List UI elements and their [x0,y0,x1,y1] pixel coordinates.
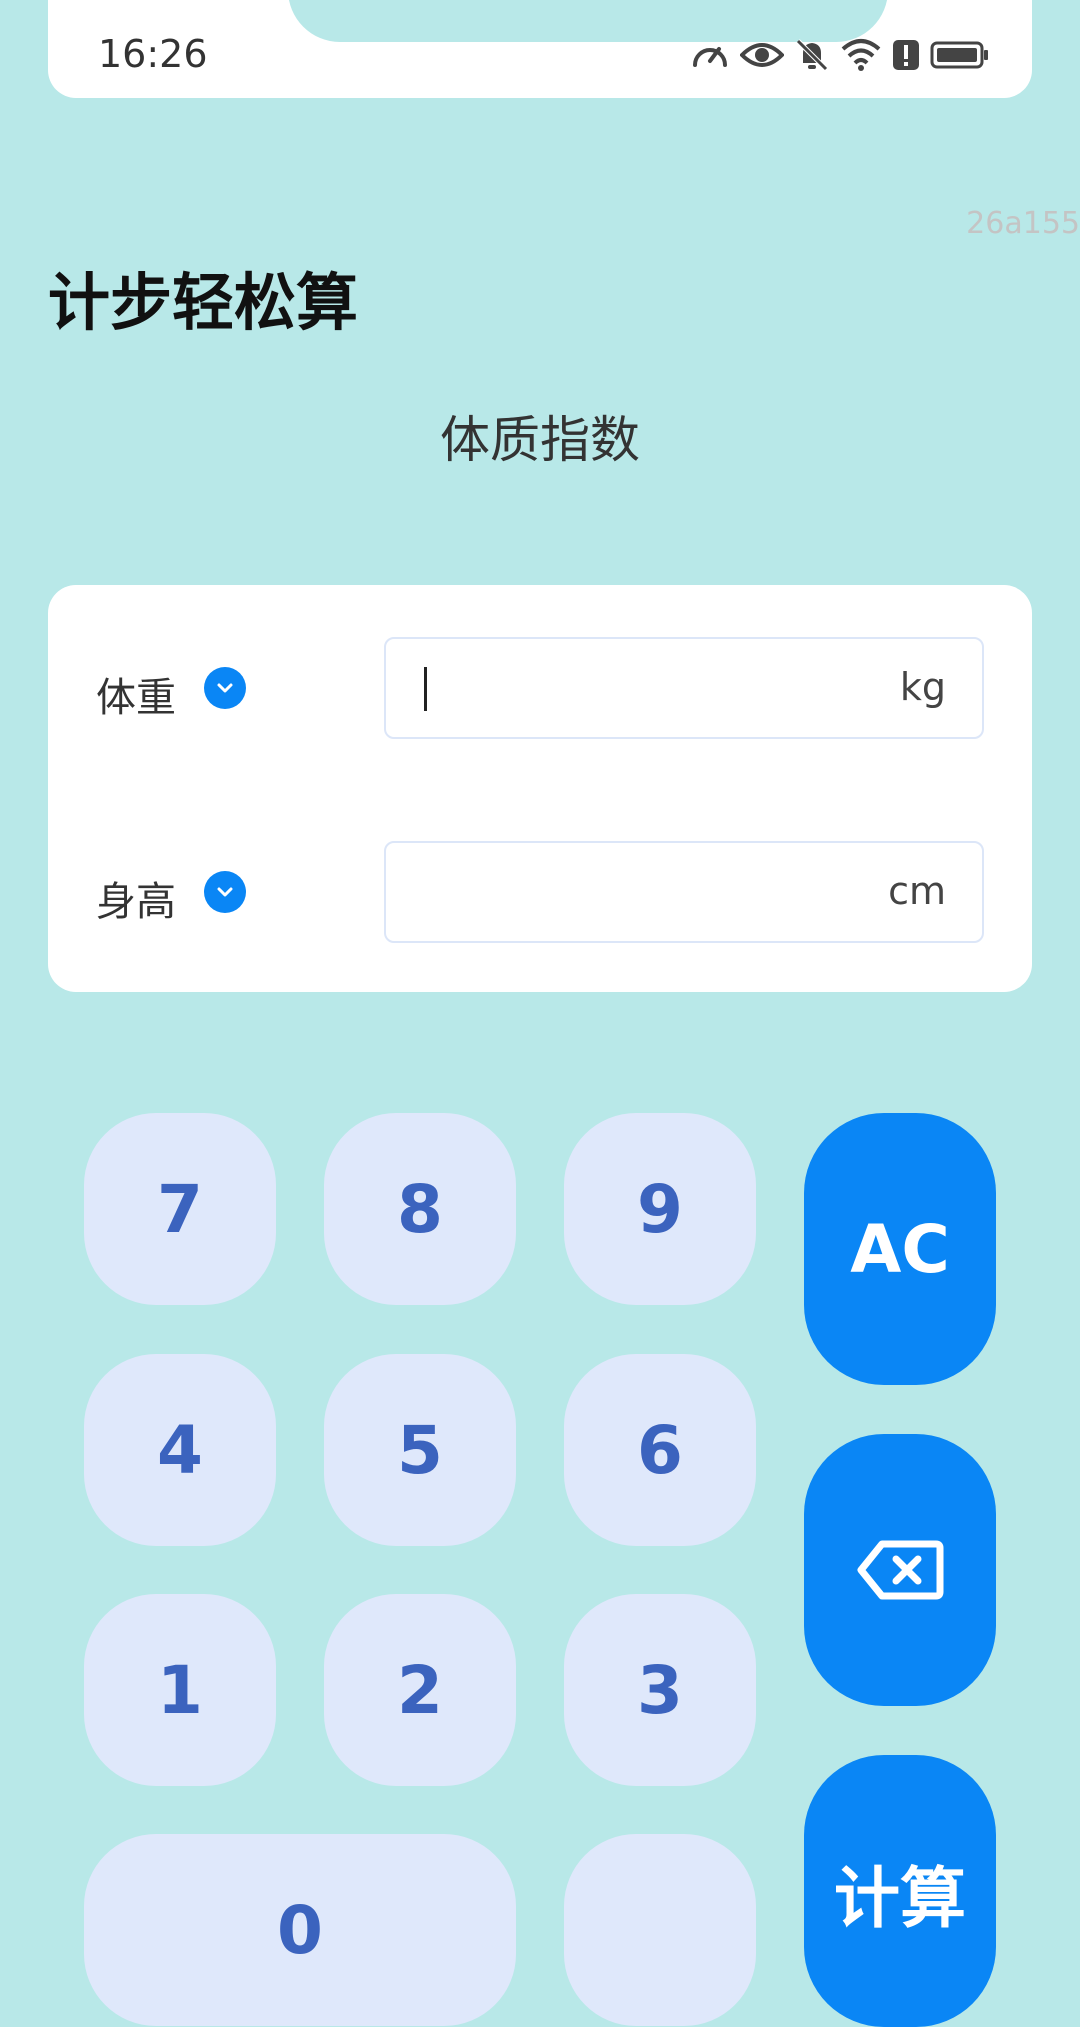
key-1[interactable]: 1 [84,1594,276,1786]
watermark-label: 26a155 [966,206,1080,241]
eye-icon [740,37,784,73]
wifi-icon [840,37,882,73]
speedometer-icon [690,37,730,73]
key-4[interactable]: 4 [84,1354,276,1546]
alert-icon [892,37,920,73]
bell-off-icon [794,37,830,73]
key-2[interactable]: 2 [324,1594,516,1786]
key-3[interactable]: 3 [564,1594,756,1786]
text-caret [424,667,427,711]
key-6[interactable]: 6 [564,1354,756,1546]
backspace-button[interactable] [804,1434,996,1706]
status-icons [690,36,990,74]
height-label: 身高 [96,879,176,925]
key-8[interactable]: 8 [324,1113,516,1305]
height-unit: cm [888,869,946,913]
calculate-button[interactable]: 计算 [804,1755,996,2027]
height-unit-dropdown-icon[interactable] [204,871,246,913]
page-subtitle: 体质指数 [440,411,640,469]
weight-label: 体重 [96,675,176,721]
key-7[interactable]: 7 [84,1113,276,1305]
key-5[interactable]: 5 [324,1354,516,1546]
battery-icon [930,37,990,73]
weight-unit-dropdown-icon[interactable] [204,667,246,709]
key-decimal[interactable] [564,1834,756,2026]
height-row: 身高 cm [48,841,1032,943]
key-0[interactable]: 0 [84,1834,516,2026]
weight-row: 体重 kg [48,637,1032,739]
backspace-icon [856,1539,944,1601]
app-title: 计步轻松算 [48,266,359,339]
weight-input[interactable]: kg [384,637,984,739]
weight-unit: kg [899,665,946,709]
clear-button[interactable]: AC [804,1113,996,1385]
key-9[interactable]: 9 [564,1113,756,1305]
height-input[interactable]: cm [384,841,984,943]
status-time: 16:26 [98,32,208,76]
bmi-input-card: 体重 kg 身高 cm [48,585,1032,992]
